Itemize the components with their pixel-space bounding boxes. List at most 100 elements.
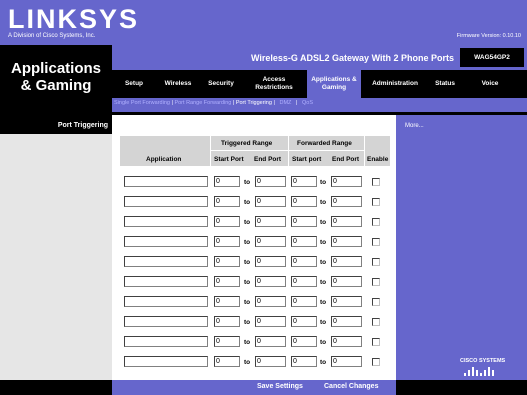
triggered-end-port-input[interactable]: 0 (255, 276, 286, 287)
triggered-start-port-input[interactable]: 0 (214, 256, 240, 267)
tab-setup[interactable]: Setup (118, 70, 150, 98)
cisco-logo-text: CISCO SYSTEMS (460, 358, 506, 364)
application-name-input[interactable] (124, 316, 208, 327)
to-label: to (244, 319, 251, 326)
tab-applications-gaming[interactable]: Applications & Gaming (307, 70, 361, 98)
triggered-end-port-input[interactable]: 0 (255, 216, 286, 227)
forwarded-end-port-input[interactable]: 0 (331, 316, 362, 327)
triggered-start-port-input[interactable]: 0 (214, 216, 240, 227)
forwarded-end-port-input[interactable]: 0 (331, 276, 362, 287)
triggered-end-port-input[interactable]: 0 (255, 196, 286, 207)
forwarded-start-port-input[interactable]: 0 (291, 276, 317, 287)
forwarded-start-port-input[interactable]: 0 (291, 176, 317, 187)
triggered-start-port-input[interactable]: 0 (214, 356, 240, 367)
enable-checkbox[interactable] (372, 178, 380, 186)
page-title-line2: & Gaming (20, 77, 92, 94)
application-name-input[interactable] (124, 216, 208, 227)
forwarded-start-port-input[interactable]: 0 (291, 296, 317, 307)
footer-left (0, 380, 112, 395)
triggered-end-port-input[interactable]: 0 (255, 356, 286, 367)
application-name-input[interactable] (124, 236, 208, 247)
to-label: to (244, 179, 251, 186)
enable-checkbox[interactable] (372, 298, 380, 306)
tab-administration[interactable]: Administration (365, 70, 425, 98)
tab-security[interactable]: Security (203, 70, 239, 98)
triggered-start-port-input[interactable]: 0 (214, 296, 240, 307)
subtab-qos[interactable]: QoS (302, 100, 313, 106)
subtab-single-port[interactable]: Single Port Forwarding (114, 100, 170, 106)
enable-checkbox[interactable] (372, 358, 380, 366)
enable-checkbox[interactable] (372, 278, 380, 286)
subtab-dmz[interactable]: DMZ (279, 100, 291, 106)
tab-status[interactable]: Status (430, 70, 460, 98)
footer-right (396, 380, 527, 395)
application-name-input[interactable] (124, 176, 208, 187)
enable-checkbox[interactable] (372, 218, 380, 226)
to-label: to (244, 199, 251, 206)
section-title: Port Triggering (57, 122, 108, 129)
application-name-input[interactable] (124, 196, 208, 207)
to-label: to (320, 299, 327, 306)
triggered-start-port-input[interactable]: 0 (214, 336, 240, 347)
triggered-end-port-input[interactable]: 0 (255, 236, 286, 247)
to-label: to (244, 359, 251, 366)
forwarded-end-port-input[interactable]: 0 (331, 356, 362, 367)
enable-checkbox[interactable] (372, 198, 380, 206)
firmware-version: Firmware Version: 0.10.10 (456, 33, 521, 39)
forwarded-end-port-input[interactable]: 0 (331, 236, 362, 247)
help-panel (396, 115, 527, 380)
forwarded-start-port-input[interactable]: 0 (291, 236, 317, 247)
to-label: to (244, 299, 251, 306)
application-name-input[interactable] (124, 296, 208, 307)
to-label: to (320, 199, 327, 206)
forwarded-start-port-input[interactable]: 0 (291, 336, 317, 347)
enable-checkbox[interactable] (372, 318, 380, 326)
subtab-port-range[interactable]: Port Range Forwarding (174, 100, 231, 106)
tab-voice[interactable]: Voice (475, 70, 505, 98)
triggered-end-port-input[interactable]: 0 (255, 176, 286, 187)
triggered-start-port-input[interactable]: 0 (214, 276, 240, 287)
application-name-input[interactable] (124, 276, 208, 287)
cancel-changes-button[interactable]: Cancel Changes (324, 383, 378, 390)
tab-access-restrictions[interactable]: Access Restrictions (248, 70, 300, 98)
forwarded-start-port-input[interactable]: 0 (291, 256, 317, 267)
forwarded-end-port-input[interactable]: 0 (331, 196, 362, 207)
header-triggered-range: Triggered Range (221, 140, 273, 147)
triggered-start-port-input[interactable]: 0 (214, 236, 240, 247)
enable-checkbox[interactable] (372, 338, 380, 346)
subtab-separator: | (232, 100, 235, 106)
save-settings-button[interactable]: Save Settings (257, 383, 303, 390)
triggered-end-port-input[interactable]: 0 (255, 296, 286, 307)
application-name-input[interactable] (124, 336, 208, 347)
to-label: to (244, 339, 251, 346)
header-application: Application (146, 156, 182, 163)
forwarded-end-port-input[interactable]: 0 (331, 336, 362, 347)
application-name-input[interactable] (124, 256, 208, 267)
triggered-start-port-input[interactable]: 0 (214, 196, 240, 207)
forwarded-start-port-input[interactable]: 0 (291, 216, 317, 227)
subtab-port-triggering[interactable]: Port Triggering (236, 100, 272, 106)
forwarded-start-port-input[interactable]: 0 (291, 316, 317, 327)
triggered-start-port-input[interactable]: 0 (214, 176, 240, 187)
more-link[interactable]: More... (405, 123, 424, 129)
forwarded-end-port-input[interactable]: 0 (331, 176, 362, 187)
application-name-input[interactable] (124, 356, 208, 367)
enable-checkbox[interactable] (372, 258, 380, 266)
forwarded-start-port-input[interactable]: 0 (291, 196, 317, 207)
forwarded-end-port-input[interactable]: 0 (331, 296, 362, 307)
forwarded-end-port-input[interactable]: 0 (331, 216, 362, 227)
forwarded-start-port-input[interactable]: 0 (291, 356, 317, 367)
logo-subtitle: A Division of Cisco Systems, Inc. (8, 33, 96, 39)
triggered-start-port-input[interactable]: 0 (214, 316, 240, 327)
enable-checkbox[interactable] (372, 238, 380, 246)
subtab-separator: | (273, 100, 275, 106)
triggered-end-port-input[interactable]: 0 (255, 256, 286, 267)
forwarded-end-port-input[interactable]: 0 (331, 256, 362, 267)
triggered-end-port-input[interactable]: 0 (255, 336, 286, 347)
left-sidebar (0, 115, 112, 380)
to-label: to (244, 219, 251, 226)
tab-wireless[interactable]: Wireless (158, 70, 198, 98)
triggered-end-port-input[interactable]: 0 (255, 316, 286, 327)
linksys-logo: LINKSYS (8, 4, 140, 34)
to-label: to (244, 239, 251, 246)
